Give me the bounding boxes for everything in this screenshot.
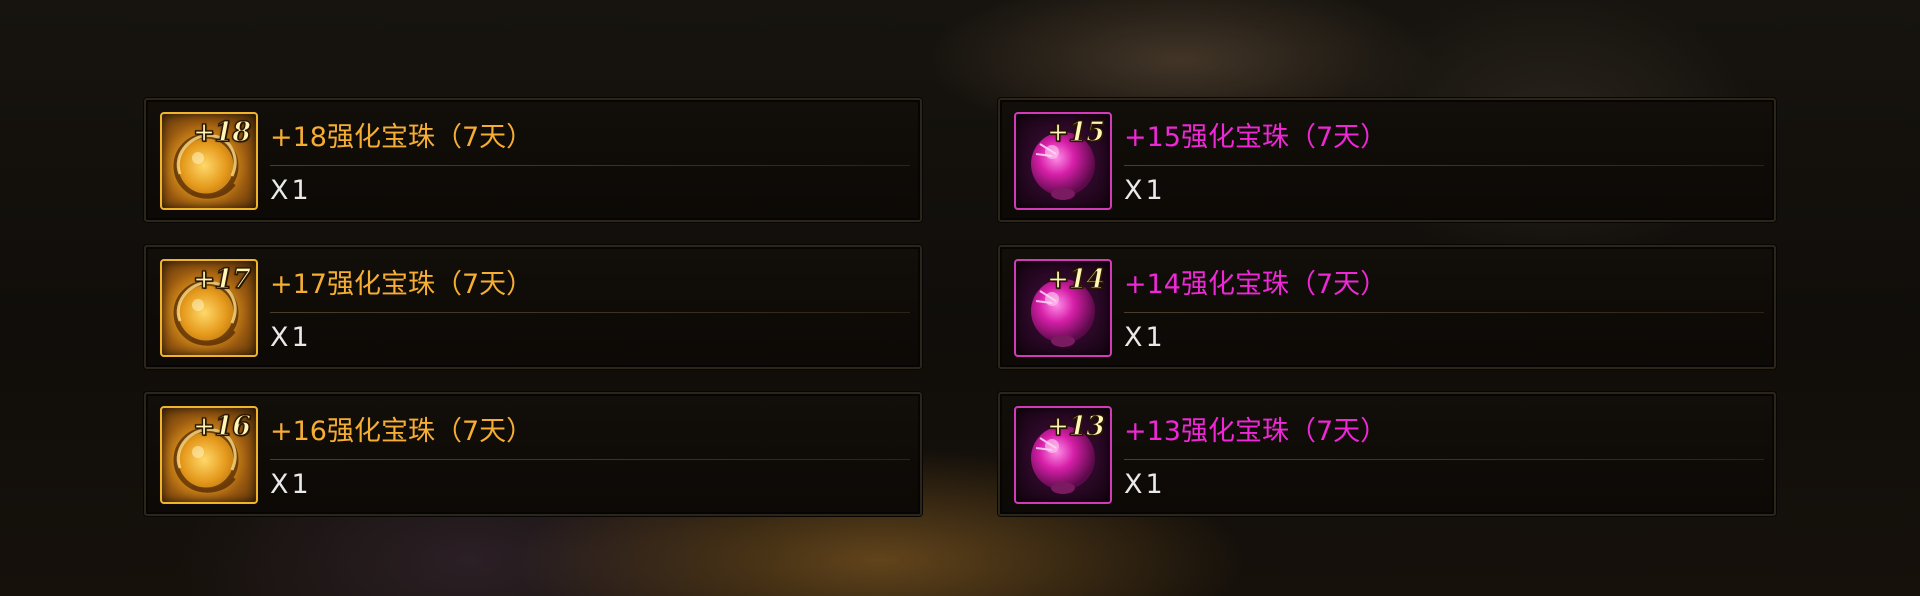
gold-enhancement-orb-icon[interactable]: +16: [160, 406, 258, 504]
divider: [1124, 459, 1764, 460]
divider: [1124, 312, 1764, 313]
reward-item-1[interactable]: +18 +18强化宝珠（7天） X1: [144, 98, 922, 222]
reward-item-5[interactable]: +14 +14强化宝珠（7天） X1: [998, 245, 1776, 369]
reward-name: +18强化宝珠（7天）: [270, 122, 534, 153]
reward-quantity: X1: [270, 322, 312, 353]
pink-enhancement-orb-icon[interactable]: +14: [1014, 259, 1112, 357]
reward-item-6[interactable]: +13 +13强化宝珠（7天） X1: [998, 392, 1776, 516]
enhancement-level-badge: +14: [1046, 263, 1106, 295]
enhancement-level-badge: +15: [1046, 116, 1106, 148]
enhancement-level-badge: +17: [192, 263, 252, 295]
divider: [270, 459, 910, 460]
reward-quantity: X1: [1124, 175, 1166, 206]
reward-quantity: X1: [1124, 322, 1166, 353]
reward-item-3[interactable]: +16 +16强化宝珠（7天） X1: [144, 392, 922, 516]
reward-quantity: X1: [270, 469, 312, 500]
enhancement-level-badge: +13: [1046, 410, 1106, 442]
reward-item-4[interactable]: +15 +15强化宝珠（7天） X1: [998, 98, 1776, 222]
enhancement-level-badge: +16: [192, 410, 252, 442]
reward-name: +13强化宝珠（7天）: [1124, 416, 1388, 447]
reward-name: +17强化宝珠（7天）: [270, 269, 534, 300]
enhancement-level-badge: +18: [192, 116, 252, 148]
reward-quantity: X1: [270, 175, 312, 206]
gold-enhancement-orb-icon[interactable]: +18: [160, 112, 258, 210]
reward-item-2[interactable]: +17 +17强化宝珠（7天） X1: [144, 245, 922, 369]
pink-enhancement-orb-icon[interactable]: +13: [1014, 406, 1112, 504]
reward-name: +14强化宝珠（7天）: [1124, 269, 1388, 300]
reward-name: +16强化宝珠（7天）: [270, 416, 534, 447]
divider: [270, 312, 910, 313]
reward-quantity: X1: [1124, 469, 1166, 500]
reward-name: +15强化宝珠（7天）: [1124, 122, 1388, 153]
divider: [1124, 165, 1764, 166]
gold-enhancement-orb-icon[interactable]: +17: [160, 259, 258, 357]
pink-enhancement-orb-icon[interactable]: +15: [1014, 112, 1112, 210]
divider: [270, 165, 910, 166]
